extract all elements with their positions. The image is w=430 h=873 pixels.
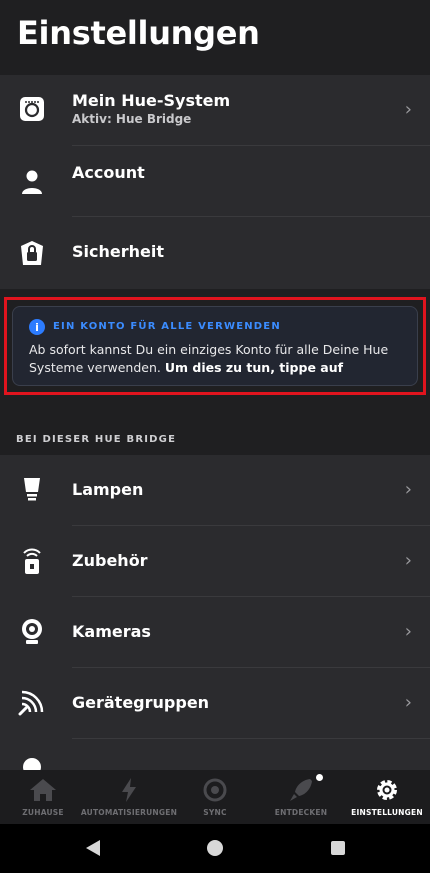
tab-zuhause[interactable]: ZUHAUSE [12,770,74,824]
bridge-icon [18,95,46,123]
rocket-icon [288,776,314,804]
person-icon [18,168,46,196]
row-kameras[interactable]: Kameras › [0,597,430,668]
row-hue-system-sublabel: Aktiv: Hue Bridge [72,112,192,126]
shield-icon [18,239,46,267]
back-icon[interactable] [84,838,102,862]
notification-dot [316,774,323,781]
row-security-label: Sicherheit [72,242,164,261]
bottom-tab-bar: ZUHAUSE AUTOMATISIERUNGEN SYNC ENTDECKEN… [0,770,430,824]
home-circle-icon[interactable] [206,839,224,861]
page-title: Einstellungen [17,14,260,52]
row-zubehoer[interactable]: Zubehör › [0,526,430,597]
row-account-label: Account [72,163,145,182]
camera-icon [18,618,46,646]
row-hue-system-label: Mein Hue-System [72,91,231,110]
row-lampen[interactable]: Lampen › [0,455,430,526]
tab-entdecken[interactable]: ENTDECKEN [266,770,336,824]
info-icon: i [29,319,45,335]
tab-automatisierungen-label: AUTOMATISIERUNGEN [80,808,178,817]
tab-sync-label: SYNC [203,808,227,817]
home-icon [29,776,57,804]
chevron-right-icon: › [404,550,412,571]
gear-icon [374,776,400,804]
settings-group-bridge: Lampen › Zubehör › Kameras › Gerätegrupp… [0,455,430,775]
signal-icon [18,689,46,717]
tab-automatisierungen[interactable]: AUTOMATISIERUNGEN [80,770,178,824]
system-nav-bar [0,824,430,873]
row-zubehoer-label: Zubehör [72,551,148,570]
recents-icon[interactable] [330,840,346,860]
tab-entdecken-label: ENTDECKEN [274,808,328,817]
sync-icon [202,776,228,804]
chevron-right-icon: › [404,692,412,713]
banner-cta[interactable]: Um dies zu tun, tippe auf [165,360,343,375]
bolt-icon [120,776,138,804]
section-header-bridge: BEI DIESER HUE BRIDGE [16,434,177,445]
row-geraetegruppen[interactable]: Gerätegruppen › [0,668,430,739]
tab-sync[interactable]: SYNC [185,770,245,824]
tab-einstellungen-label: EINSTELLUNGEN [351,808,423,817]
row-hue-system[interactable]: Mein Hue-System Aktiv: Hue Bridge › [0,75,430,146]
chevron-right-icon: › [404,621,412,642]
row-kameras-label: Kameras [72,622,151,641]
settings-group-top: Mein Hue-System Aktiv: Hue Bridge › Acco… [0,75,430,289]
single-account-banner[interactable]: i EIN KONTO FÜR ALLE VERWENDEN Ab sofort… [12,306,418,386]
row-account[interactable]: Account [0,146,430,217]
banner-body: Ab sofort kannst Du ein einziges Konto f… [29,341,409,377]
switch-icon [18,547,46,575]
bulb-icon [18,476,46,504]
banner-headline: EIN KONTO FÜR ALLE VERWENDEN [53,321,281,332]
chevron-right-icon: › [404,479,412,500]
row-geraetegruppen-label: Gerätegruppen [72,693,210,712]
row-lampen-label: Lampen [72,480,144,499]
row-security[interactable]: Sicherheit [0,217,430,288]
chevron-right-icon: › [404,99,412,120]
tab-zuhause-label: ZUHAUSE [22,808,64,817]
tab-einstellungen[interactable]: EINSTELLUNGEN [350,770,424,824]
